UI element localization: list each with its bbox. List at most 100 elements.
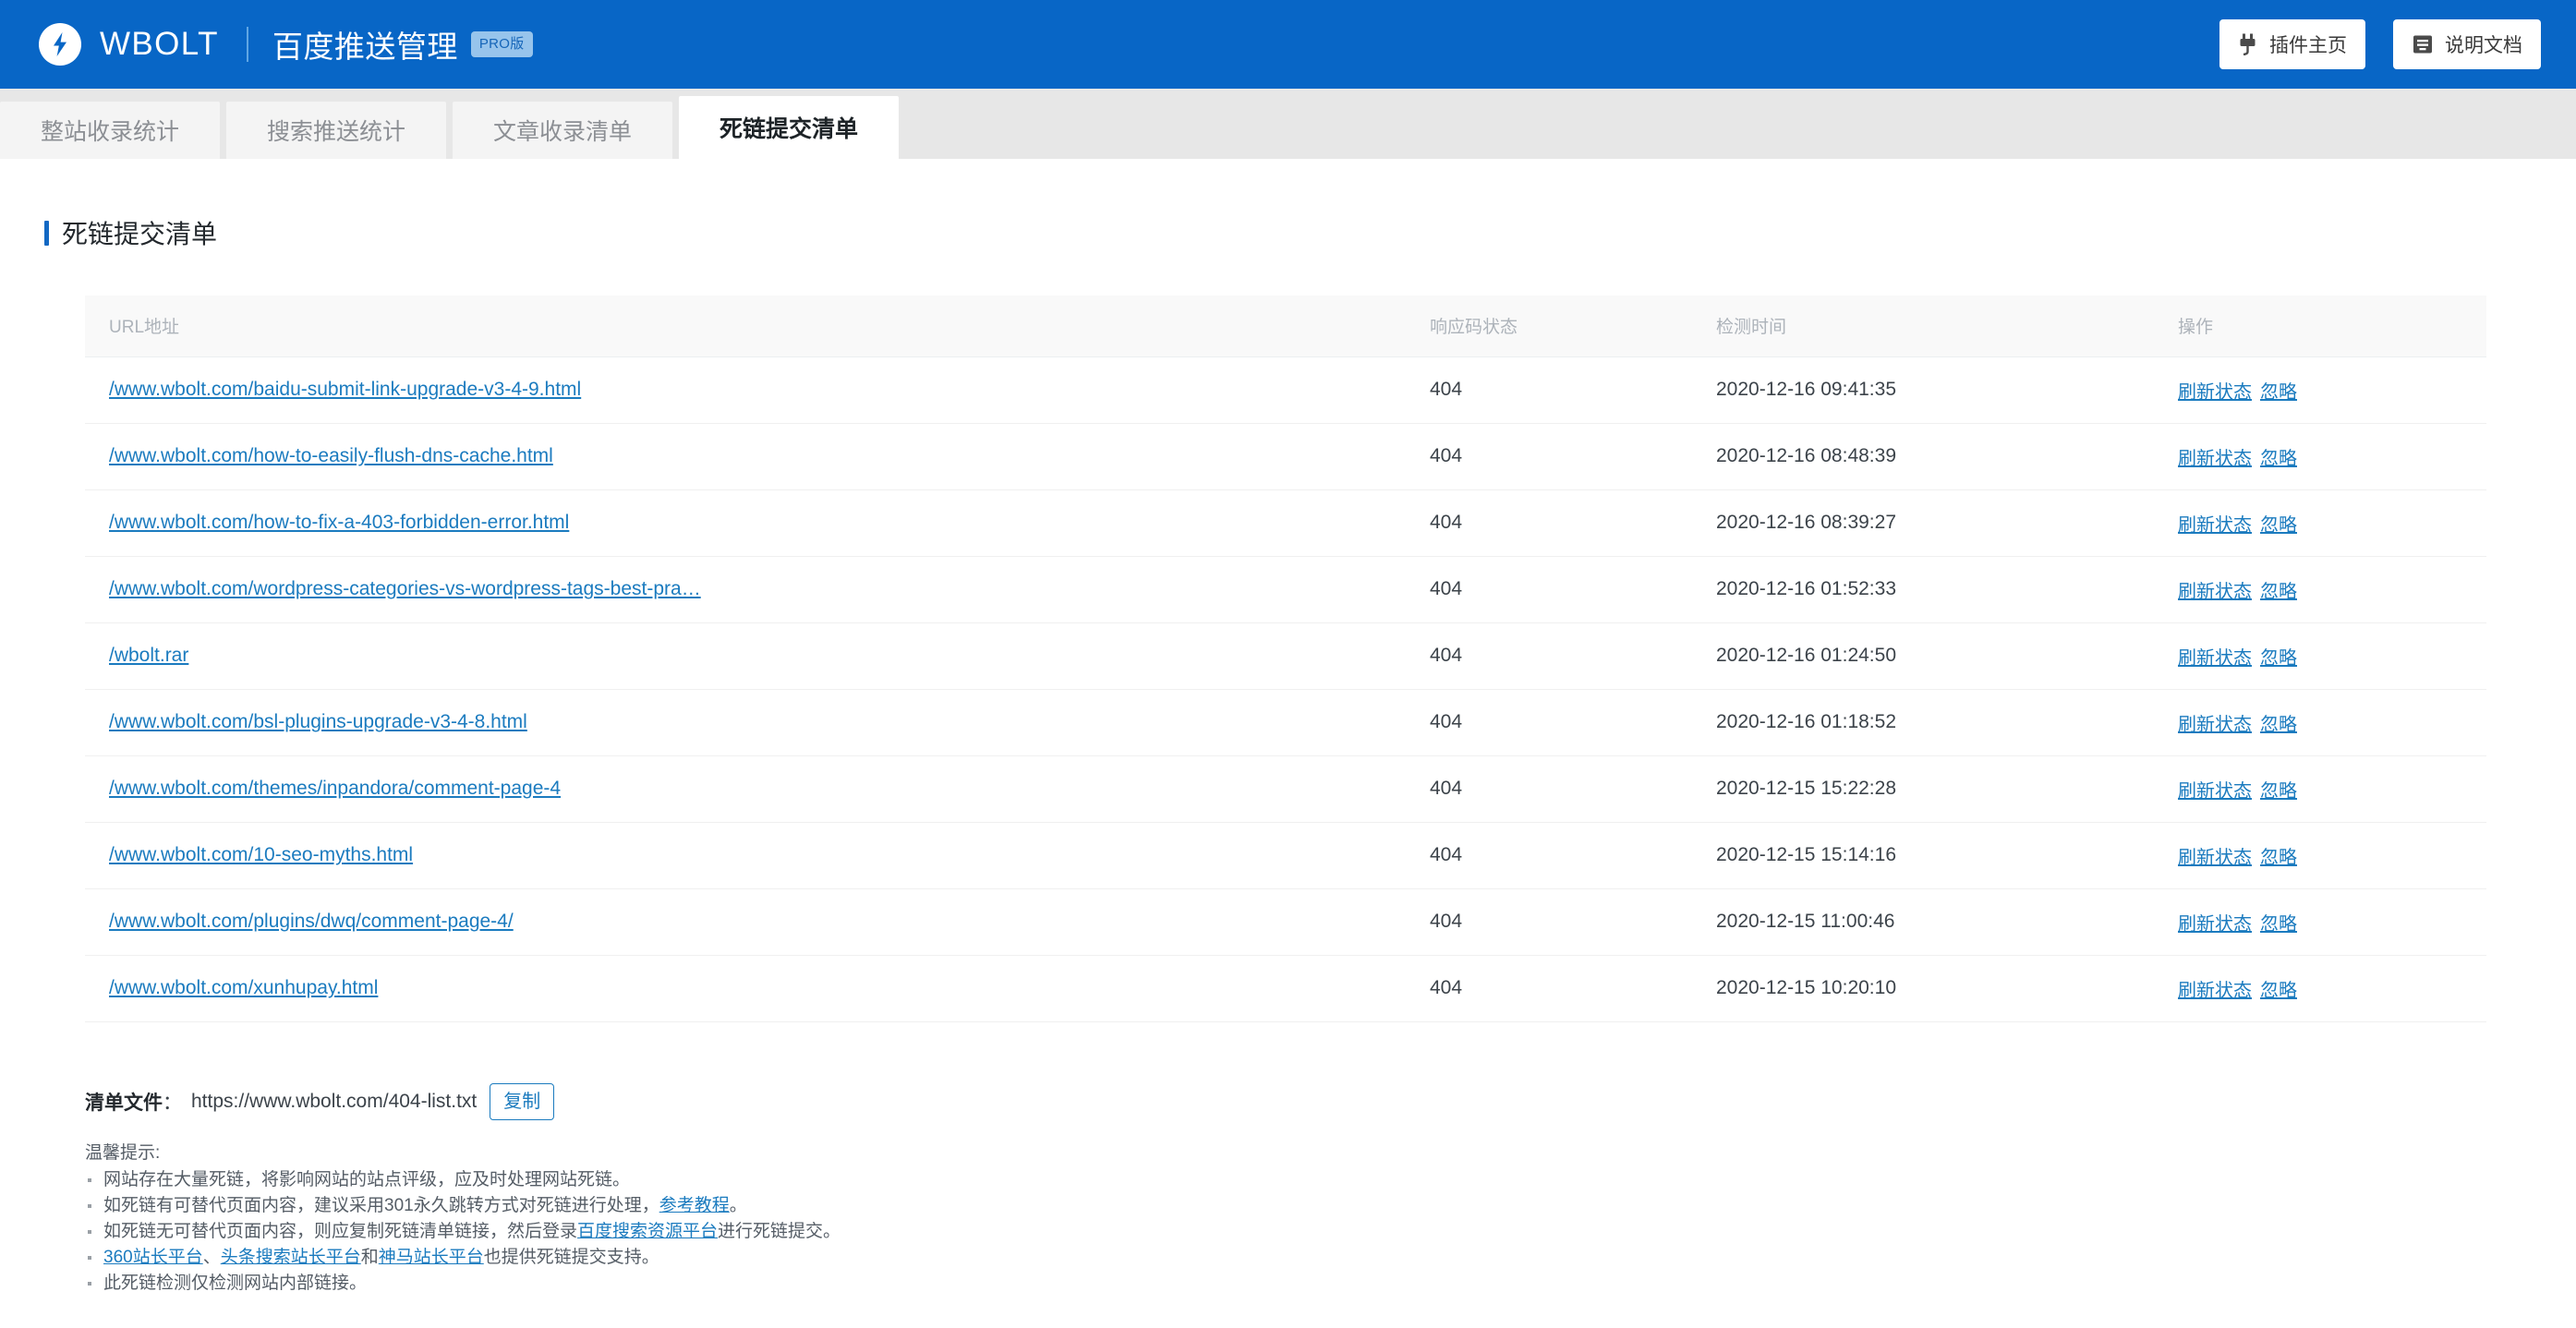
ignore-link[interactable]: 忽略 (2260, 781, 2297, 802)
cell-status: 404 (1406, 489, 1692, 557)
docs-label: 说明文档 (2445, 35, 2522, 56)
tip-link[interactable]: 百度搜索资源平台 (577, 1222, 718, 1241)
cell-url: /www.wbolt.com/themes/inpandora/comment-… (85, 755, 1406, 823)
refresh-status-link[interactable]: 刷新状态 (2178, 781, 2252, 802)
tip-link[interactable]: 神马站长平台 (379, 1248, 484, 1267)
page-title: 死链提交清单 (62, 220, 218, 248)
refresh-status-link[interactable]: 刷新状态 (2178, 715, 2252, 735)
cell-time: 2020-12-15 10:20:10 (1692, 955, 2154, 1022)
brand-separator (246, 27, 248, 62)
cell-actions: 刷新状态 忽略 (2154, 556, 2486, 623)
tip-link[interactable]: 头条搜索站长平台 (221, 1248, 361, 1267)
url-link[interactable]: /www.wbolt.com/plugins/dwq/comment-page-… (109, 911, 514, 932)
refresh-status-link[interactable]: 刷新状态 (2178, 648, 2252, 669)
tab-site-index-stats[interactable]: 整站收录统计 (0, 102, 221, 159)
cell-time: 2020-12-16 01:24:50 (1692, 622, 2154, 690)
dead-link-table: URL地址 响应码状态 检测时间 操作 /www.wbolt.com/baidu… (85, 296, 2486, 1022)
tab-article-index-list[interactable]: 文章收录清单 (453, 102, 673, 159)
refresh-status-link[interactable]: 刷新状态 (2178, 981, 2252, 1001)
tip-link[interactable]: 360站长平台 (103, 1248, 203, 1267)
copy-button[interactable]: 复制 (490, 1082, 555, 1120)
document-icon (2412, 33, 2434, 55)
tip-item: 360站长平台、头条搜索站长平台和神马站长平台也提供死链提交支持。 (85, 1245, 2576, 1271)
tab-label: 整站收录统计 (41, 119, 180, 145)
table-row: /www.wbolt.com/plugins/dwq/comment-page-… (85, 888, 2486, 956)
cell-url: /www.wbolt.com/bsl-plugins-upgrade-v3-4-… (85, 689, 1406, 756)
list-file-colon: ： (163, 1092, 182, 1114)
url-link[interactable]: /www.wbolt.com/baidu-submit-link-upgrade… (109, 379, 581, 400)
refresh-status-link[interactable]: 刷新状态 (2178, 848, 2252, 868)
cell-actions: 刷新状态 忽略 (2154, 689, 2486, 756)
table-row: /www.wbolt.com/bsl-plugins-upgrade-v3-4-… (85, 689, 2486, 756)
table-row: /wbolt.rar 404 2020-12-16 01:24:50 刷新状态 忽略 (85, 622, 2486, 690)
refresh-status-link[interactable]: 刷新状态 (2178, 449, 2252, 469)
ignore-link[interactable]: 忽略 (2260, 449, 2297, 469)
table-row: /www.wbolt.com/how-to-fix-a-403-forbidde… (85, 489, 2486, 557)
tip-text: 网站存在大量死链，将影响网站的站点评级，应及时处理网站死链。 (103, 1169, 631, 1189)
cell-url: /www.wbolt.com/baidu-submit-link-upgrade… (85, 356, 1406, 424)
column-header-status: 响应码状态 (1406, 296, 1692, 357)
tab-strip: 整站收录统计 搜索推送统计 文章收录清单 死链提交清单 (0, 89, 2576, 159)
brand: WBOLT 百度推送管理 PRO版 (39, 22, 533, 66)
cell-url: /www.wbolt.com/plugins/dwq/comment-page-… (85, 888, 1406, 956)
table-row: /www.wbolt.com/wordpress-categories-vs-w… (85, 556, 2486, 623)
url-link[interactable]: /wbolt.rar (109, 645, 188, 666)
cell-url: /wbolt.rar (85, 622, 1406, 690)
docs-button[interactable]: 说明文档 (2393, 19, 2541, 69)
ignore-link[interactable]: 忽略 (2260, 981, 2297, 1001)
tip-text: 进行死链提交。 (718, 1221, 841, 1241)
column-header-url: URL地址 (85, 296, 1406, 357)
tip-text: 如死链有可替代页面内容，建议采用301永久跳转方式对死链进行处理， (103, 1195, 659, 1215)
ignore-link[interactable]: 忽略 (2260, 382, 2297, 403)
tab-search-push-stats[interactable]: 搜索推送统计 (226, 102, 447, 159)
tips-title: 温馨提示: (85, 1142, 161, 1163)
url-link[interactable]: /www.wbolt.com/themes/inpandora/comment-… (109, 778, 561, 799)
ignore-link[interactable]: 忽略 (2260, 582, 2297, 602)
cell-time: 2020-12-15 15:14:16 (1692, 822, 2154, 889)
cell-time: 2020-12-16 01:18:52 (1692, 689, 2154, 756)
url-link[interactable]: /www.wbolt.com/xunhupay.html (109, 977, 378, 998)
url-link[interactable]: /www.wbolt.com/how-to-fix-a-403-forbidde… (109, 512, 569, 533)
cell-actions: 刷新状态 忽略 (2154, 423, 2486, 490)
tip-item: 如死链有可替代页面内容，建议采用301永久跳转方式对死链进行处理，参考教程。 (85, 1193, 2576, 1219)
tip-link[interactable]: 参考教程 (659, 1196, 730, 1215)
url-link[interactable]: /www.wbolt.com/10-seo-myths.html (109, 844, 413, 865)
refresh-status-link[interactable]: 刷新状态 (2178, 582, 2252, 602)
tip-item: 如死链无可替代页面内容，则应复制死链清单链接，然后登录百度搜索资源平台进行死链提… (85, 1219, 2576, 1245)
ignore-link[interactable]: 忽略 (2260, 515, 2297, 536)
refresh-status-link[interactable]: 刷新状态 (2178, 914, 2252, 935)
tip-text: 此死链检测仅检测网站内部链接。 (103, 1273, 368, 1293)
list-file-row: 清单文件 ： https://www.wbolt.com/404-list.tx… (85, 1082, 2576, 1120)
cell-time: 2020-12-16 09:41:35 (1692, 356, 2154, 424)
table-row: /www.wbolt.com/how-to-easily-flush-dns-c… (85, 423, 2486, 490)
tab-dead-link-list[interactable]: 死链提交清单 (679, 96, 900, 159)
cell-status: 404 (1406, 556, 1692, 623)
url-link[interactable]: /www.wbolt.com/wordpress-categories-vs-w… (109, 578, 701, 599)
dead-link-table-wrapper: URL地址 响应码状态 检测时间 操作 /www.wbolt.com/baidu… (0, 251, 2576, 1022)
url-link[interactable]: /www.wbolt.com/bsl-plugins-upgrade-v3-4-… (109, 711, 527, 732)
tip-text: 如死链无可替代页面内容，则应复制死链清单链接，然后登录 (103, 1221, 578, 1241)
url-link[interactable]: /www.wbolt.com/how-to-easily-flush-dns-c… (109, 445, 553, 466)
cell-actions: 刷新状态 忽略 (2154, 888, 2486, 956)
refresh-status-link[interactable]: 刷新状态 (2178, 515, 2252, 536)
ignore-link[interactable]: 忽略 (2260, 715, 2297, 735)
plugin-home-button[interactable]: 插件主页 (2219, 19, 2365, 69)
cell-status: 404 (1406, 888, 1692, 956)
topbar-actions: 插件主页 说明文档 (2219, 19, 2541, 69)
ignore-link[interactable]: 忽略 (2260, 648, 2297, 669)
cell-status: 404 (1406, 689, 1692, 756)
tab-label: 死链提交清单 (720, 116, 859, 142)
top-bar: WBOLT 百度推送管理 PRO版 插件主页 说明文档 (0, 0, 2576, 89)
cell-url: /www.wbolt.com/10-seo-myths.html (85, 822, 1406, 889)
ignore-link[interactable]: 忽略 (2260, 914, 2297, 935)
tab-label: 文章收录清单 (493, 119, 633, 145)
cell-status: 404 (1406, 755, 1692, 823)
table-row: /www.wbolt.com/10-seo-myths.html 404 2020-… (85, 822, 2486, 889)
cell-actions: 刷新状态 忽略 (2154, 955, 2486, 1022)
app-title: 百度推送管理 (272, 30, 458, 64)
refresh-status-link[interactable]: 刷新状态 (2178, 382, 2252, 403)
cell-url: /www.wbolt.com/wordpress-categories-vs-w… (85, 556, 1406, 623)
tab-label: 搜索推送统计 (267, 119, 406, 145)
ignore-link[interactable]: 忽略 (2260, 848, 2297, 868)
tips-block: 温馨提示: 网站存在大量死链，将影响网站的站点评级，应及时处理网站死链。如死链有… (85, 1139, 2576, 1297)
